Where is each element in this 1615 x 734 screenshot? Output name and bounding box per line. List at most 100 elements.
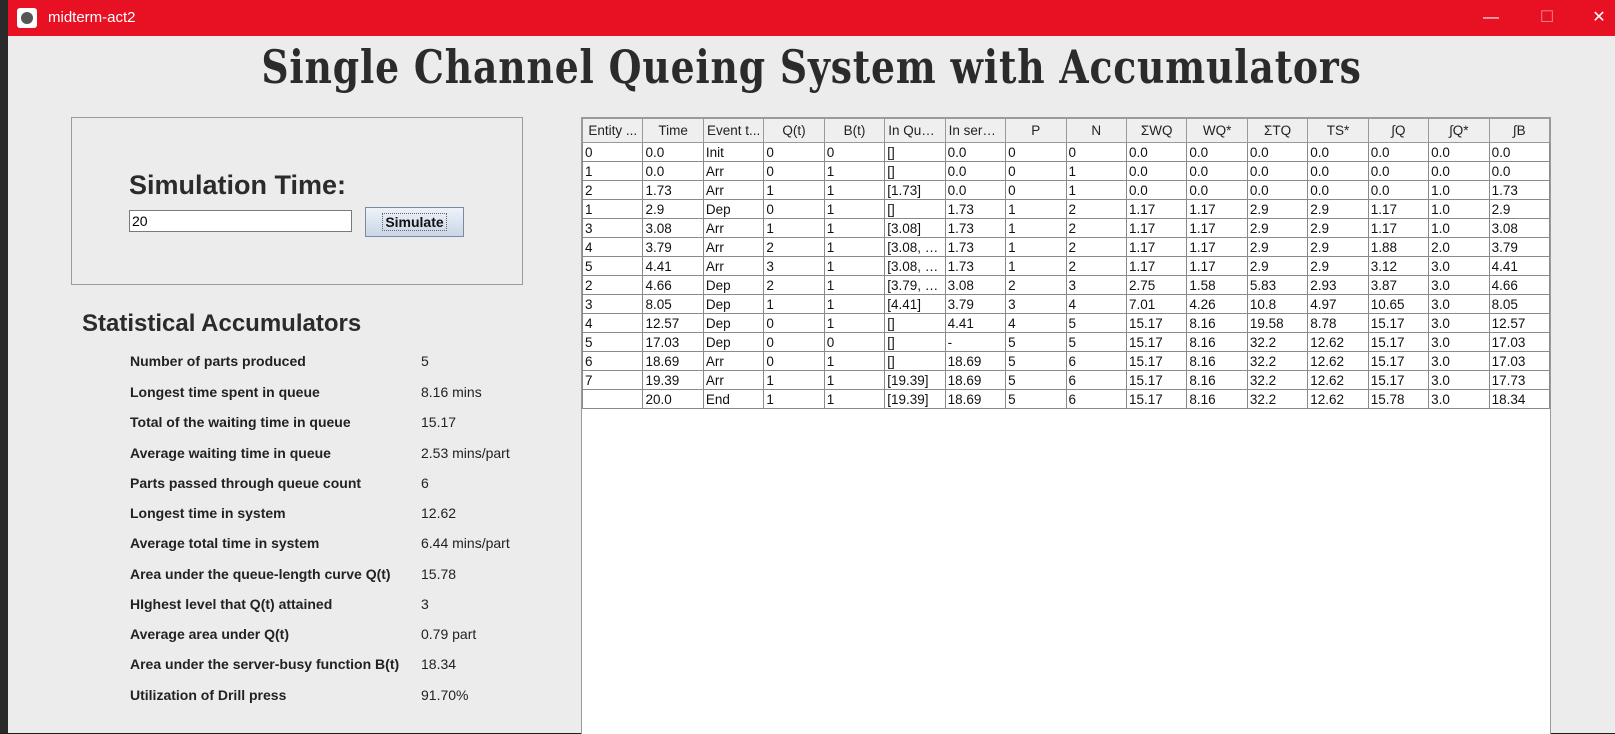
column-header[interactable]: ∫B <box>1488 118 1551 143</box>
table-cell[interactable]: 3.12 <box>1367 256 1430 276</box>
table-cell[interactable]: 0 <box>1005 161 1067 181</box>
table-cell[interactable]: 1 <box>823 275 886 295</box>
table-cell[interactable]: 3.79 <box>642 237 704 257</box>
table-cell[interactable]: [] <box>884 142 946 162</box>
table-cell[interactable]: 32.2 <box>1246 332 1309 352</box>
table-cell[interactable]: Arr <box>702 351 765 371</box>
table-cell[interactable]: 32.2 <box>1246 370 1309 390</box>
table-cell[interactable]: 0.0 <box>1246 161 1309 181</box>
table-cell[interactable]: 1 <box>1005 256 1067 276</box>
column-header[interactable]: In Queue <box>884 118 946 143</box>
table-cell[interactable]: 2 <box>763 237 825 257</box>
table-cell[interactable]: 1.58 <box>1186 275 1248 295</box>
table-cell[interactable]: 1.0 <box>1428 180 1490 200</box>
table-cell[interactable]: Init <box>702 142 765 162</box>
table-cell[interactable]: 1 <box>1005 218 1067 238</box>
table-cell[interactable]: 1 <box>763 370 825 390</box>
column-header[interactable]: In servi... <box>944 118 1007 143</box>
table-cell[interactable]: 15.17 <box>1367 332 1430 352</box>
table-cell[interactable]: 1 <box>581 161 644 181</box>
table-cell[interactable]: 1 <box>823 313 886 333</box>
table-cell[interactable]: 0.0 <box>1246 142 1309 162</box>
table-cell[interactable]: 5 <box>1005 351 1067 371</box>
table-cell[interactable]: 1 <box>823 351 886 371</box>
table-cell[interactable]: 5 <box>1005 332 1067 352</box>
column-header[interactable]: Entity ... <box>581 118 644 143</box>
table-cell[interactable]: [] <box>884 313 946 333</box>
table-cell[interactable]: 0.0 <box>1307 142 1369 162</box>
table-cell[interactable]: 1.17 <box>1186 256 1248 276</box>
event-table[interactable]: Entity ... Time Event t... Q(t) B(t) In Queue… <box>581 118 1551 409</box>
table-cell[interactable]: 5.83 <box>1246 275 1309 295</box>
table-cell[interactable]: 3.0 <box>1428 351 1490 371</box>
table-cell[interactable]: 5 <box>1005 389 1067 409</box>
table-cell[interactable]: [3.08, 3... <box>884 256 946 276</box>
table-cell[interactable]: [] <box>884 351 946 371</box>
table-cell[interactable]: 6 <box>581 351 644 371</box>
table-row[interactable]: 3 8.05 Dep 1 1 [4.41] 3.79 3 4 7.01 4.26 10.8 4.97 10… <box>581 294 1551 314</box>
table-cell[interactable]: 1.73 <box>944 256 1007 276</box>
table-cell[interactable]: 1 <box>763 180 825 200</box>
table-cell[interactable]: Arr <box>702 218 765 238</box>
table-cell[interactable]: 0 <box>1065 142 1127 162</box>
table-cell[interactable]: 0.0 <box>1488 142 1551 162</box>
table-cell[interactable] <box>581 389 644 409</box>
table-cell[interactable]: 2.9 <box>1307 218 1369 238</box>
table-cell[interactable]: 15.17 <box>1125 370 1188 390</box>
table-cell[interactable]: 1 <box>823 199 886 219</box>
table-cell[interactable]: 20.0 <box>642 389 704 409</box>
table-cell[interactable]: Dep <box>702 275 765 295</box>
table-cell[interactable]: 1.17 <box>1125 237 1188 257</box>
table-cell[interactable]: 0.0 <box>944 180 1007 200</box>
table-cell[interactable]: 15.17 <box>1367 370 1430 390</box>
table-cell[interactable]: 1 <box>823 256 886 276</box>
table-cell[interactable]: 4 <box>1065 294 1127 314</box>
table-cell[interactable]: 1.17 <box>1186 199 1248 219</box>
table-cell[interactable]: [4.41] <box>884 294 946 314</box>
table-cell[interactable]: 18.69 <box>944 389 1007 409</box>
column-header[interactable]: Time <box>642 118 704 143</box>
title-bar[interactable]: midterm-act2 — ☐ ✕ <box>8 0 1615 36</box>
table-cell[interactable]: 1.17 <box>1125 256 1188 276</box>
table-cell[interactable]: 17.03 <box>1488 351 1551 371</box>
table-cell[interactable]: 0.0 <box>1307 161 1369 181</box>
table-cell[interactable]: 12.57 <box>1488 313 1551 333</box>
table-cell[interactable]: - <box>944 332 1007 352</box>
table-cell[interactable]: 12.57 <box>642 313 704 333</box>
table-cell[interactable]: 1 <box>823 161 886 181</box>
table-cell[interactable]: 4.66 <box>642 275 704 295</box>
table-cell[interactable]: 15.17 <box>1125 389 1188 409</box>
table-cell[interactable]: 1.0 <box>1428 199 1490 219</box>
table-cell[interactable]: 3.79 <box>944 294 1007 314</box>
table-cell[interactable]: 3.08 <box>642 218 704 238</box>
table-cell[interactable]: 4.66 <box>1488 275 1551 295</box>
table-cell[interactable]: 0 <box>1005 142 1067 162</box>
table-cell[interactable]: 1 <box>763 218 825 238</box>
table-cell[interactable]: 2.0 <box>1428 237 1490 257</box>
table-cell[interactable]: 1 <box>763 389 825 409</box>
table-cell[interactable]: 6 <box>1065 389 1127 409</box>
table-cell[interactable]: 0.0 <box>1488 161 1551 181</box>
table-cell[interactable]: 0 <box>763 313 825 333</box>
table-cell[interactable]: Arr <box>702 256 765 276</box>
table-cell[interactable]: 0 <box>763 161 825 181</box>
table-cell[interactable]: [] <box>884 199 946 219</box>
table-cell[interactable]: 1.17 <box>1367 199 1430 219</box>
table-cell[interactable]: 1 <box>823 389 886 409</box>
table-cell[interactable]: 3 <box>1065 275 1127 295</box>
table-cell[interactable]: 15.78 <box>1367 389 1430 409</box>
table-row[interactable]: 6 18.69 Arr 0 1[] 18.69 5 6 15.17 8.16 32.2 12.62 15… <box>581 351 1551 371</box>
table-cell[interactable]: 2 <box>763 275 825 295</box>
table-cell[interactable]: 0.0 <box>1307 180 1369 200</box>
table-cell[interactable]: 17.73 <box>1488 370 1551 390</box>
table-cell[interactable]: 15.17 <box>1367 313 1430 333</box>
table-row[interactable]: 7 19.39 Arr 1 1 [19.39] 18.69 5 6 15.17 8.16 32.2 12… <box>581 370 1551 390</box>
table-cell[interactable]: 18.69 <box>944 351 1007 371</box>
table-cell[interactable]: 0.0 <box>1246 180 1309 200</box>
table-cell[interactable]: 18.69 <box>944 370 1007 390</box>
table-cell[interactable]: 32.2 <box>1246 389 1309 409</box>
table-cell[interactable]: 1.73 <box>642 180 704 200</box>
table-row[interactable]: 20.0 End 1 1 [19.39] 18.69 5 6 15.17 8.16 32.2 12.6… <box>581 389 1551 409</box>
column-header[interactable]: Q(t) <box>763 118 825 143</box>
event-table-panel[interactable]: Entity ... Time Event t... Q(t) B(t) In Queue… <box>581 117 1551 734</box>
